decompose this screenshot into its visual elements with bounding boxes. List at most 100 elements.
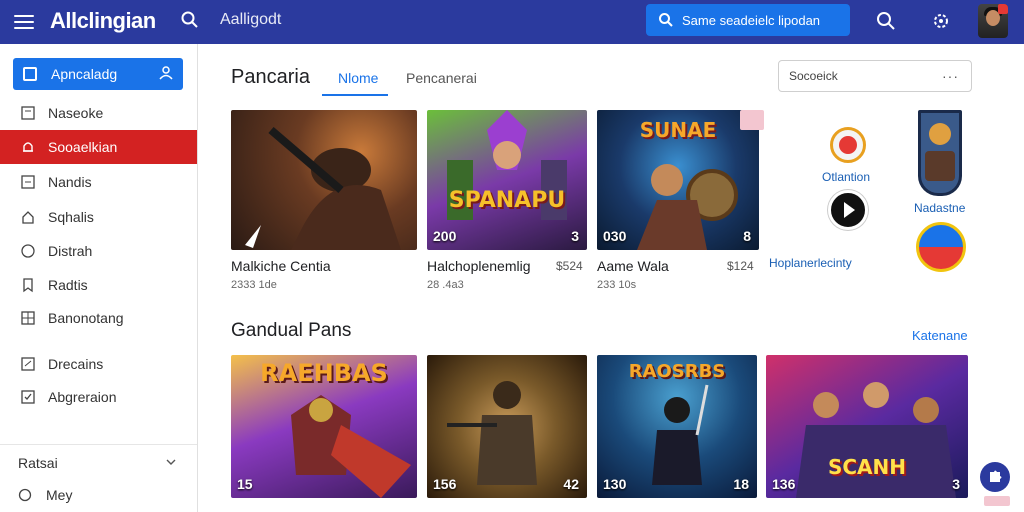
sidebar-item-label: Radtis — [48, 277, 88, 293]
search-icon[interactable] — [180, 10, 200, 30]
sidebar-item-1[interactable]: Sooaelkian — [0, 130, 197, 164]
square-icon — [21, 357, 35, 371]
view-all-link[interactable]: Katenane — [912, 328, 968, 343]
sidebar-item-8[interactable]: Abgreraion — [0, 380, 197, 414]
sidebar-item-label: Sooaelkian — [48, 139, 118, 155]
player-count: 200 — [433, 228, 457, 244]
sidebar-section-title[interactable]: Ratsai — [18, 455, 58, 471]
sidebar-primary-button[interactable]: Apncaladg — [13, 58, 183, 90]
app-logo-icon[interactable] — [916, 222, 966, 272]
bookmark-icon — [23, 278, 33, 293]
tab-active-indicator — [322, 94, 388, 96]
search-pill-button[interactable]: Same seadeielc lipodan — [646, 4, 850, 36]
sidebar-section-item[interactable]: Mey — [18, 487, 72, 503]
search-icon — [659, 13, 673, 27]
search-input-placeholder: Socoeick — [789, 69, 838, 83]
game-card-price: $124 — [727, 259, 754, 273]
player-count: 130 — [603, 476, 627, 492]
game-card-title[interactable]: Aame Wala — [597, 258, 669, 274]
app-logo[interactable]: Allclingian — [50, 8, 156, 34]
sidebar-item-label: Abgreraion — [48, 389, 117, 405]
sidebar-item-5[interactable]: Radtis — [0, 268, 197, 302]
sidebar-item-0[interactable]: Naseoke — [0, 96, 197, 130]
game-card-meta: 2333 1de — [231, 279, 277, 291]
game-art-title: RAEHBAS — [260, 359, 388, 387]
square-icon — [21, 106, 35, 120]
app-logo-icon[interactable] — [830, 127, 866, 163]
side-app-label[interactable]: Hoplanerlecinty — [769, 256, 852, 270]
tab-home[interactable]: Nlome — [338, 70, 378, 86]
fab-badge — [984, 496, 1010, 506]
game-art-title: RAOSRBS — [628, 361, 726, 382]
circle-icon — [18, 488, 32, 502]
warrior-art — [245, 126, 401, 250]
sidebar-item-7[interactable]: Drecains — [0, 347, 197, 381]
check-icon — [21, 390, 35, 404]
rating-count: 42 — [563, 476, 579, 492]
game-card-meta: 28 .4a3 — [427, 279, 464, 291]
search-input[interactable]: Socoeick ··· — [778, 60, 972, 92]
sidebar-item-2[interactable]: Nandis — [0, 165, 197, 199]
sidebar-item-3[interactable]: Sqhalis — [0, 200, 197, 234]
play-icon[interactable] — [828, 190, 868, 230]
chevron-down-icon[interactable] — [166, 457, 176, 467]
player-count: 15 — [237, 476, 253, 492]
sidebar-item-label: Nandis — [48, 174, 92, 190]
sidebar-item-label: Sqhalis — [48, 209, 94, 225]
game-card-title[interactable]: Halchoplenemlig — [427, 258, 531, 274]
square-icon — [23, 67, 37, 81]
home-icon — [22, 211, 34, 224]
sidebar-section: Ratsai Mey — [0, 444, 197, 512]
rating-count: 3 — [952, 476, 960, 492]
notification-badge — [998, 4, 1008, 14]
search-pill-label: Same seadeielc lipodan — [682, 12, 821, 28]
person-icon — [159, 66, 173, 80]
corner-tag — [740, 110, 764, 130]
sidebar-primary-label: Apncaladg — [51, 66, 118, 82]
game-card-title[interactable]: Malkiche Centia — [231, 258, 331, 274]
player-count: 136 — [772, 476, 796, 492]
settings-icon[interactable] — [930, 10, 952, 32]
puzzle-icon[interactable] — [980, 462, 1010, 492]
square-icon — [21, 175, 35, 189]
game-card-image[interactable]: SUNAE 030 8 — [597, 110, 759, 250]
tab-other[interactable]: Pencanerai — [406, 70, 477, 86]
sidebar-item-label: Naseoke — [48, 105, 104, 121]
game-card-image[interactable]: RAEHBAS 15 — [231, 355, 417, 498]
game-card-meta: 233 10s — [597, 279, 637, 291]
game-card-image[interactable]: 156 42 — [427, 355, 587, 498]
shield-icon[interactable] — [918, 110, 962, 196]
game-art-title: SPANAPU — [448, 188, 566, 213]
game-card-price: $524 — [556, 259, 583, 273]
game-card-image[interactable]: RAOSRBS 130 18 — [597, 355, 757, 498]
sidebar-item-6[interactable]: Banonotang — [0, 301, 197, 335]
game-art-title: SCANH — [827, 455, 907, 479]
player-count: 156 — [433, 476, 457, 492]
sidebar-section-item-label: Mey — [46, 487, 73, 503]
sidebar-item-label: Banonotang — [48, 310, 124, 326]
rating-count: 18 — [733, 476, 749, 492]
top-app-bar: Allclingian Aalligodt Same seadeielc lip… — [0, 0, 1024, 44]
section-title: Gandual Pans — [231, 320, 352, 341]
search-icon[interactable] — [875, 10, 897, 32]
side-app-label[interactable]: Otlantion — [822, 170, 870, 184]
sidebar: Apncaladg Naseoke Sooaelkian Nandis Sqha… — [0, 44, 198, 512]
page-title: Pancaria — [231, 66, 310, 88]
avatar[interactable] — [978, 4, 1008, 38]
sidebar-item-label: Drecains — [48, 356, 104, 372]
more-options-icon[interactable]: ··· — [942, 68, 959, 84]
sidebar-item-4[interactable]: Distrah — [0, 234, 197, 268]
rating-count: 8 — [743, 228, 751, 244]
game-card-image[interactable]: SCANH 136 3 — [766, 355, 968, 498]
sidebar-item-label: Distrah — [48, 243, 93, 259]
menu-icon[interactable] — [14, 10, 38, 34]
circle-icon — [21, 244, 35, 258]
grid-icon — [21, 311, 35, 325]
rating-count: 3 — [571, 228, 579, 244]
game-card-image[interactable]: SPANAPU 200 3 — [427, 110, 587, 250]
game-card-image[interactable] — [231, 110, 417, 250]
side-app-label[interactable]: Nadastne — [914, 201, 965, 215]
game-art-title: SUNAE — [639, 118, 717, 142]
top-search-input[interactable]: Aalligodt — [220, 11, 281, 29]
player-count: 030 — [603, 228, 627, 244]
